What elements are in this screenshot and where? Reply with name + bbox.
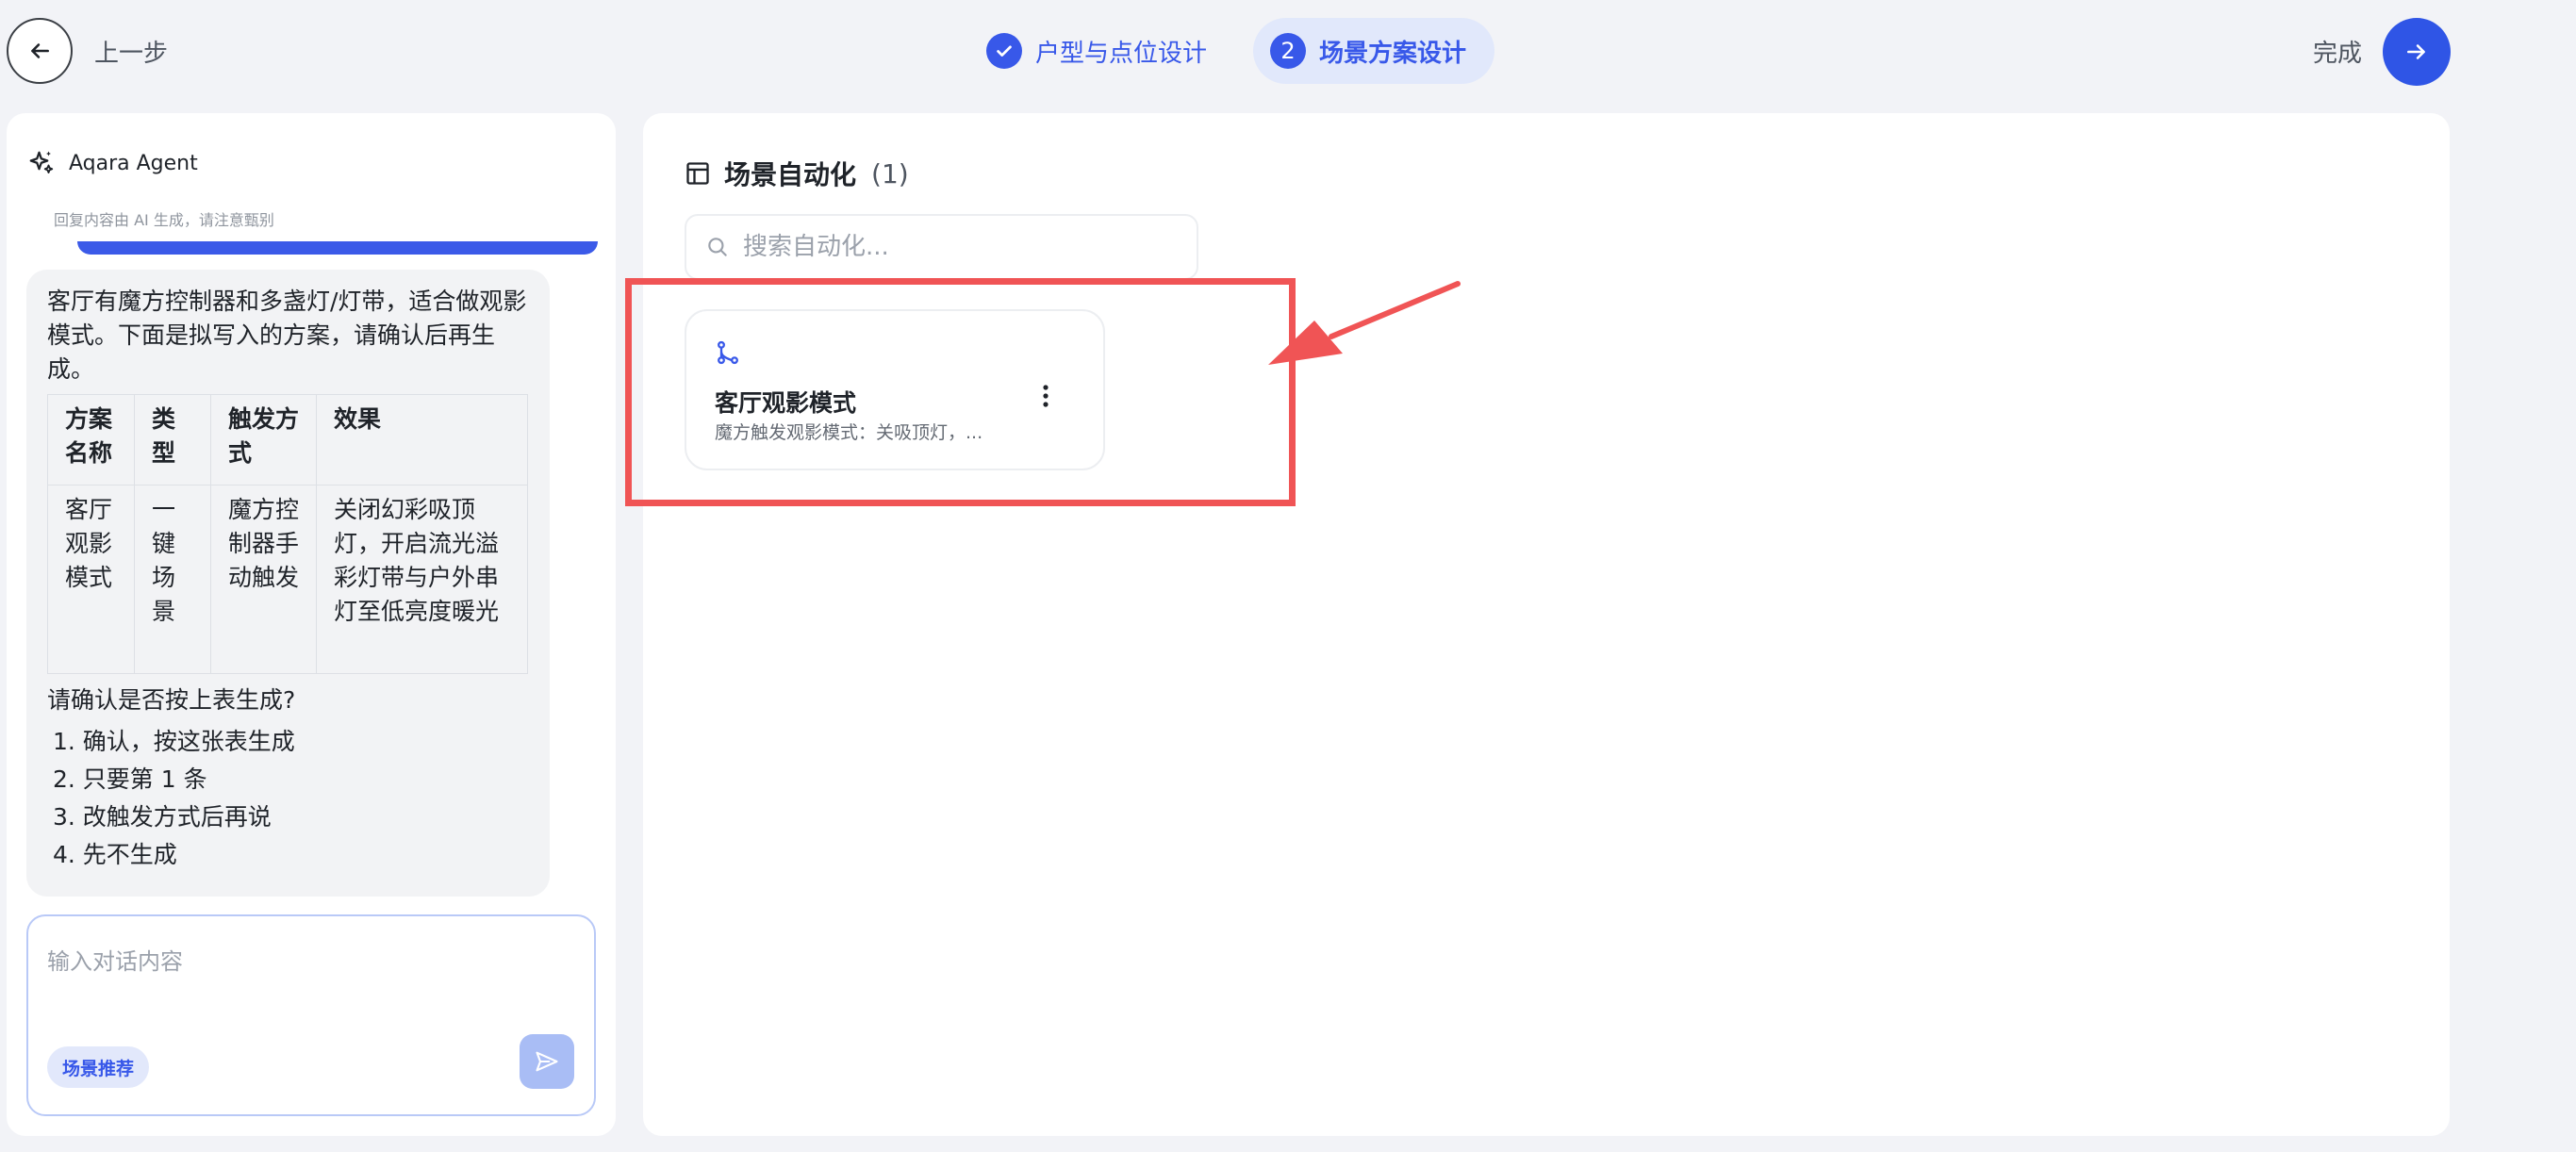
option-list: 1. 确认，按这张表生成 2. 只要第 1 条 3. 改触发方式后再说 4. 先…	[47, 723, 531, 874]
list-item: 4. 先不生成	[53, 841, 177, 868]
section-header: 场景自动化 (1)	[685, 155, 909, 192]
table-cell: 关闭幻彩吸顶灯，开启流光溢彩灯带与户外串灯至低亮度暖光	[316, 485, 528, 674]
agent-name: Aqara Agent	[69, 151, 198, 175]
back-button[interactable]	[7, 18, 73, 84]
table-cell: 客厅观影模式	[47, 485, 135, 674]
next-button[interactable]	[2383, 18, 2451, 86]
message-intro: 客厅有魔方控制器和多盏灯/灯带，适合做观影模式。下面是拟写入的方案，请确认后再生…	[47, 288, 527, 383]
scene-recommend-chip[interactable]: 场景推荐	[47, 1046, 150, 1088]
agent-message: 客厅有魔方控制器和多盏灯/灯带，适合做观影模式。下面是拟写入的方案，请确认后再生…	[26, 270, 550, 897]
table-cell: 魔方控制器手动触发	[210, 485, 317, 674]
step-number: 2	[1270, 33, 1306, 69]
table-row: 客厅观影模式 一键场景 魔方控制器手动触发 关闭幻彩吸顶灯，开启流光溢彩灯带与户…	[47, 485, 528, 674]
chat-panel: Aqara Agent 回复内容由 AI 生成，请注意甄别 客厅有魔方控制器和多…	[7, 113, 616, 1136]
table-cell: 一键场景	[134, 485, 211, 674]
check-icon	[986, 33, 1022, 69]
step-floorplan-design[interactable]: 户型与点位设计	[971, 18, 1222, 84]
main-panel: 场景自动化 (1) 客厅观影模式 魔方触发观影模式：关吸顶灯，...	[643, 113, 2450, 1136]
search-input[interactable]	[743, 233, 1177, 261]
table-header-cell: 触发方式	[210, 394, 317, 485]
top-bar: 上一步 户型与点位设计 2 场景方案设计 完成	[0, 0, 2576, 104]
table-header-row: 方案名称 类型 触发方式 效果	[47, 394, 528, 485]
section-title: 场景自动化	[724, 159, 857, 190]
arrow-right-icon	[2407, 44, 2425, 59]
done-label[interactable]: 完成	[2313, 34, 2362, 69]
search-box	[685, 214, 1198, 280]
previous-user-message	[77, 241, 598, 255]
agent-header: Aqara Agent	[27, 149, 198, 177]
search-icon	[708, 238, 727, 256]
plan-table: 方案名称 类型 触发方式 效果 客厅观影模式 一键场景 魔方控制器手动触发 关闭…	[47, 394, 528, 674]
back-label[interactable]: 上一步	[94, 34, 168, 69]
table-header-cell: 效果	[316, 394, 528, 485]
list-item: 1. 确认，按这张表生成	[53, 728, 295, 755]
step-label: 户型与点位设计	[1035, 39, 1208, 68]
ai-disclaimer: 回复内容由 AI 生成，请注意甄别	[54, 211, 274, 229]
layout-icon	[686, 162, 709, 185]
annotation-arrow-icon	[1268, 281, 1461, 365]
chat-input-box: 场景推荐	[26, 914, 596, 1116]
send-button[interactable]	[520, 1034, 574, 1089]
annotation-highlight-box	[625, 278, 1296, 506]
table-header-cell: 类型	[134, 394, 211, 485]
step-scene-design[interactable]: 2 场景方案设计	[1253, 18, 1495, 84]
sparkle-icon	[29, 151, 54, 173]
confirm-question: 请确认是否按上表生成?	[47, 686, 296, 714]
automation-count: (1)	[871, 157, 909, 189]
arrow-left-icon	[31, 43, 49, 58]
step-label: 场景方案设计	[1319, 39, 1467, 68]
list-item: 2. 只要第 1 条	[53, 765, 207, 793]
list-item: 3. 改触发方式后再说	[53, 803, 272, 831]
table-header-cell: 方案名称	[47, 394, 135, 485]
send-icon	[536, 1051, 558, 1072]
chat-input[interactable]	[47, 943, 575, 1018]
